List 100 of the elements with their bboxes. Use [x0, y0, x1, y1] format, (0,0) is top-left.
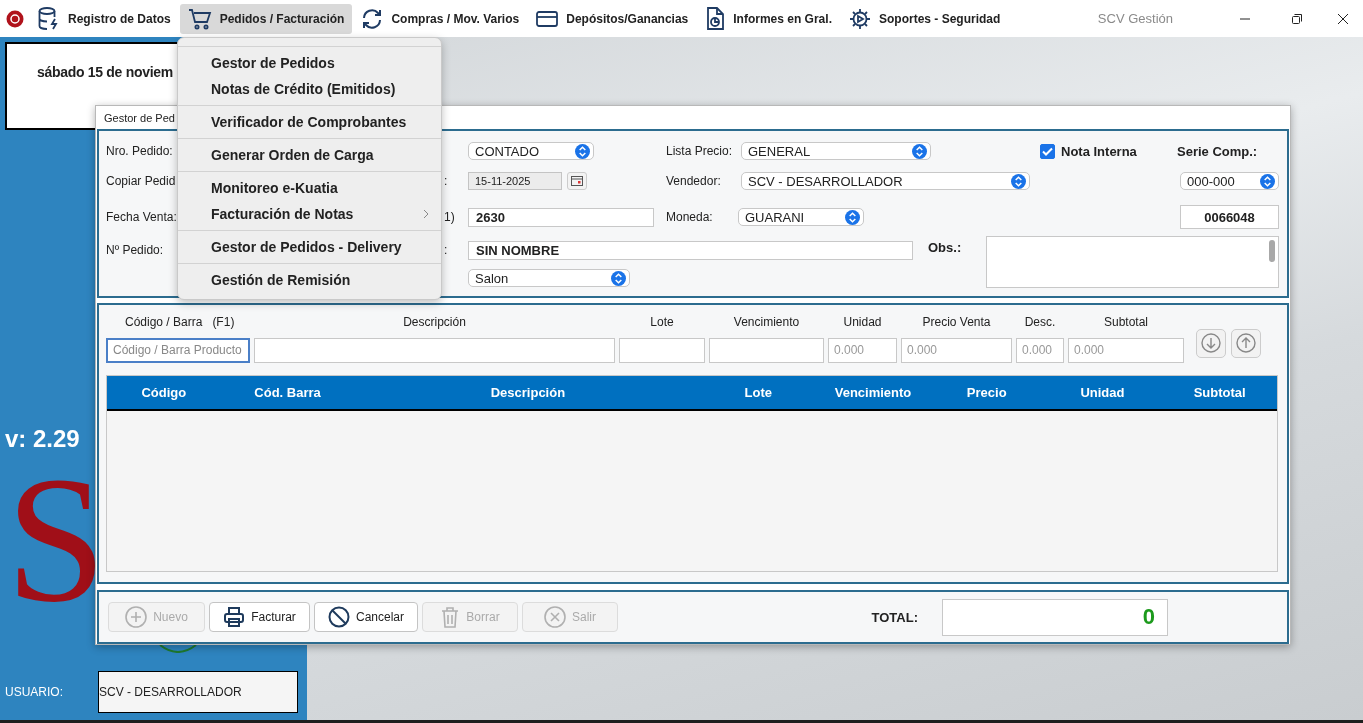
close-circle-icon — [544, 606, 566, 629]
chevron-updown-icon — [575, 143, 590, 159]
number-field: 0066048 — [1180, 205, 1279, 230]
currency-select[interactable]: GUARANI — [738, 208, 864, 227]
user-field: SCV - DESARROLLADOR — [98, 671, 298, 713]
notes-textarea[interactable] — [986, 236, 1279, 289]
column-label: Subtotal — [1103, 314, 1148, 331]
menu-item[interactable]: Gestor de Pedidos - Delivery — [178, 234, 441, 260]
field-label: Nº Pedido: — [106, 243, 164, 258]
chevron-right-icon — [423, 209, 429, 219]
input-field[interactable] — [709, 337, 824, 363]
chevron-updown-icon — [1011, 173, 1026, 189]
field-label: Lista Precio: — [666, 144, 734, 159]
checkbox-label: Nota Interna — [1061, 143, 1137, 159]
condition-select[interactable]: CONTADO — [468, 142, 594, 161]
logo-text: S — [6, 475, 107, 605]
menu-item[interactable]: Notas de Crédito (Emitidos) — [178, 76, 441, 102]
column-label: Descripción — [403, 314, 466, 331]
column-header: Precio — [965, 384, 1008, 400]
arrow-up-icon — [1236, 333, 1256, 354]
date-field[interactable]: 15-11-2025 — [468, 172, 562, 191]
total-label: TOTAL: — [871, 609, 918, 625]
action-button[interactable]: Facturar — [209, 602, 310, 633]
field-label: Copiar Pedid — [106, 174, 176, 189]
app-logo-icon — [6, 9, 24, 28]
column-header: Código — [140, 384, 188, 400]
window-title: SCV Gestión — [1097, 11, 1173, 26]
menu-bar-item[interactable]: Depósitos/Ganancias — [528, 3, 697, 34]
checkbox[interactable] — [1040, 143, 1055, 159]
shortcut-hint: (F1) — [212, 314, 235, 331]
price-list-select[interactable]: GENERAL — [741, 142, 931, 161]
column-label: Vencimiento — [733, 314, 800, 331]
printer-icon — [223, 606, 246, 629]
input-field[interactable]: SIN NOMBRE — [468, 240, 913, 260]
column-label: Unidad — [843, 314, 882, 331]
move-down-button[interactable] — [1196, 328, 1226, 358]
column-label: Desc. — [1024, 314, 1056, 331]
input-field[interactable]: 0.000 — [1016, 337, 1064, 363]
menu-bar-item[interactable]: Soportes - Seguridad — [840, 3, 1009, 34]
field-label: Fecha Venta: — [106, 210, 177, 225]
input-field[interactable]: 0.000 — [1068, 337, 1184, 363]
input-field[interactable]: Código / Barra Producto — [106, 337, 250, 363]
logo-arc-drawing — [159, 644, 197, 653]
version-text: v: 2.29 — [5, 425, 80, 453]
chevron-updown-icon — [845, 209, 860, 225]
menu-bar-item[interactable]: Registro de Datos — [30, 3, 179, 34]
field-label: Moneda: — [666, 210, 714, 225]
column-header: Subtotal — [1192, 384, 1247, 400]
series-select[interactable]: 000-000 — [1180, 172, 1279, 191]
close-icon — [1338, 13, 1348, 24]
menu-item[interactable]: Generar Orden de Carga — [178, 142, 441, 168]
column-header: Cód. Barra — [253, 384, 322, 400]
minimize-icon — [1240, 17, 1250, 20]
menu-bar-item[interactable]: Informes en Gral. — [697, 3, 840, 34]
seller-select[interactable]: SCV - DESARROLLADOR — [741, 172, 1030, 191]
menu-item[interactable]: Facturación de Notas — [178, 201, 441, 227]
menu-item[interactable]: Gestor de Pedidos — [178, 50, 441, 76]
chevron-updown-icon — [912, 143, 927, 159]
arrow-down-icon — [1201, 333, 1221, 354]
column-header: Vencimiento — [833, 384, 913, 400]
menu-bar-item[interactable]: Compras / Mov. Varios — [353, 3, 528, 34]
input-field[interactable]: 2630 — [468, 207, 654, 227]
chevron-updown-icon — [611, 270, 626, 286]
input-field[interactable] — [619, 337, 705, 363]
move-up-button[interactable] — [1231, 328, 1261, 358]
column-header: Unidad — [1079, 384, 1126, 400]
field-label: Nro. Pedido: — [106, 144, 173, 159]
dropdown-select[interactable]: Salon — [468, 269, 630, 288]
field-label: 1) — [443, 210, 455, 225]
trash-icon — [440, 606, 461, 629]
menu-bar-item[interactable]: Pedidos / Facturación — [179, 3, 353, 34]
document-icon — [705, 6, 726, 31]
field-label: Obs.: — [928, 240, 963, 256]
menu-item[interactable]: Gestión de Remisión — [178, 267, 441, 293]
database-icon — [38, 6, 60, 31]
maximize-icon — [1292, 13, 1302, 24]
input-field[interactable] — [254, 337, 615, 363]
menu-item[interactable]: Verificador de Comprobantes — [178, 109, 441, 135]
calendar-button[interactable] — [567, 172, 587, 191]
user-label: USUARIO: — [4, 685, 64, 699]
action-button[interactable]: Cancelar — [314, 602, 418, 633]
field-label: Vendedor: — [666, 174, 722, 189]
field-label: : — [443, 243, 448, 258]
input-field[interactable]: 0.000 — [901, 337, 1012, 363]
field-label: Serie Comp.: — [1177, 143, 1259, 159]
field-label: : — [443, 174, 448, 189]
gear-icon — [848, 7, 871, 30]
cart-icon — [187, 7, 212, 30]
column-label: Precio Venta — [922, 314, 991, 331]
input-field[interactable]: 0.000 — [828, 337, 897, 363]
column-header: Descripción — [489, 384, 567, 400]
column-label: Código / Barra — [125, 314, 203, 331]
column-header: Lote — [743, 384, 774, 400]
column-label: Lote — [650, 314, 674, 331]
total-field: 0 — [942, 598, 1168, 636]
menu-item[interactable]: Monitoreo e-Kuatia — [178, 175, 441, 201]
date-text: sábado 15 de noviem — [37, 64, 173, 80]
calendar-icon — [571, 176, 583, 187]
plus-circle-icon — [125, 606, 148, 629]
refresh-icon — [361, 7, 384, 30]
